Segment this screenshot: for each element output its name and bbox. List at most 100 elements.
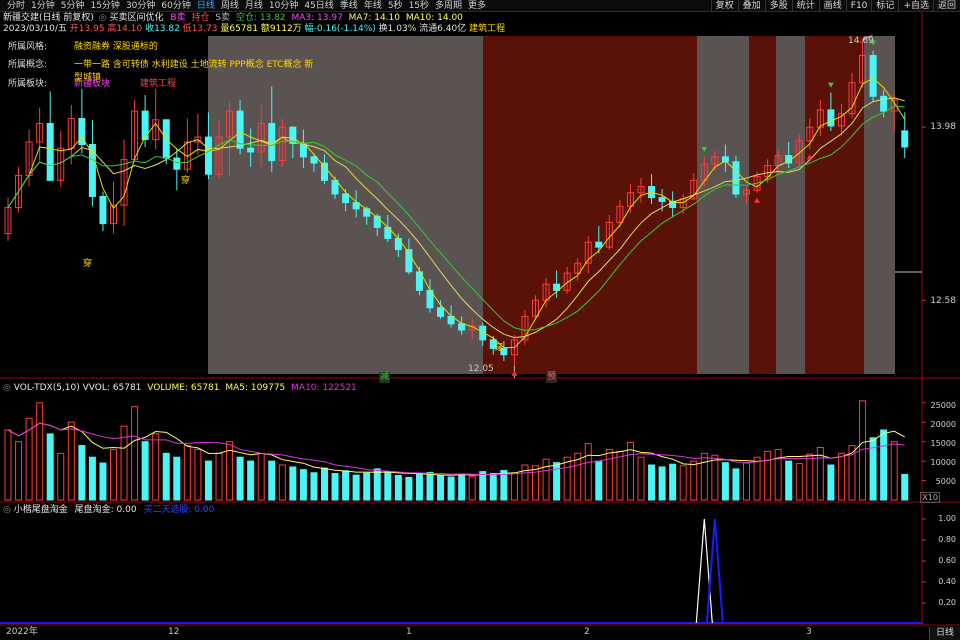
vol-bar-46 xyxy=(489,473,497,501)
vol-bar-19 xyxy=(204,460,212,501)
vol-bar-7 xyxy=(78,445,86,501)
vol-bar-37 xyxy=(394,475,402,501)
vol-bar-30 xyxy=(321,467,328,501)
ohlc-turnover: 换1.03% xyxy=(378,24,417,34)
vol-bar-74 xyxy=(785,460,793,501)
vol-bar-47 xyxy=(500,469,508,501)
vol-bar-8 xyxy=(88,456,96,501)
high-price-label: 14.69 xyxy=(848,36,874,46)
ohlc-close: 收13.82 xyxy=(145,24,180,34)
info-block-b[interactable]: 建筑工程 xyxy=(140,76,176,89)
period-tab-6[interactable]: 日线 xyxy=(194,0,218,12)
chart-area[interactable] xyxy=(0,12,960,627)
ohlc-flow: 流通6.40亿 xyxy=(419,24,467,34)
bottom-period-tab[interactable]: 日线 xyxy=(928,627,960,640)
vol-name: VOL-TDX(5,10) xyxy=(13,383,80,393)
period-tab-0[interactable]: 分时 xyxy=(4,0,28,12)
ma3-value: MA3: 13.97 xyxy=(291,13,343,23)
ohlc-low: 低13.73 xyxy=(182,24,218,34)
date-tick-1: 1 xyxy=(406,627,412,637)
signal-chuan-2: 穿 xyxy=(83,259,93,269)
info-style-row: 所属风格: 融资融券 深股通标的 xyxy=(0,39,320,55)
osc-tick-04: 0.40 xyxy=(938,577,956,586)
info-concept-label: 所属概念: xyxy=(8,60,48,70)
tool-button-0[interactable]: 复权 xyxy=(710,0,738,12)
vol-bar-9 xyxy=(99,462,107,501)
candle-body-37 xyxy=(394,237,402,251)
empty-value: 空仓: 13.82 xyxy=(235,13,286,23)
vol-bar-62 xyxy=(658,466,666,501)
period-tab-16[interactable]: 更多 xyxy=(465,0,489,12)
osc-name: 小楷尾盘淘金 xyxy=(13,505,68,515)
sig-s: S卖 xyxy=(215,13,231,23)
osc-tick-06: 0.60 xyxy=(938,556,956,565)
tool-button-1[interactable]: 叠加 xyxy=(737,0,765,12)
vol-bar-38 xyxy=(405,476,413,501)
tool-button-5[interactable]: F10 xyxy=(845,0,872,12)
vol-tick-20000: 20000 xyxy=(930,420,956,429)
ohlc-high: 高14.10 xyxy=(107,24,143,34)
vol-bar-36 xyxy=(384,471,392,501)
period-tab-12[interactable]: 年线 xyxy=(361,0,385,12)
ohlc-date: 2023/03/10/五 xyxy=(3,24,67,34)
gear-icon[interactable]: ◎ xyxy=(99,13,107,23)
vol-bar-40 xyxy=(426,471,434,501)
candle-body-19 xyxy=(204,136,212,175)
period-tab-2[interactable]: 5分钟 xyxy=(58,0,88,12)
period-tab-13[interactable]: 5秒 xyxy=(385,0,406,12)
tool-button-4[interactable]: 画线 xyxy=(818,0,846,12)
ma10-value: MA10: 14.00 xyxy=(405,13,463,23)
osc-tick-08: 0.80 xyxy=(938,535,956,544)
vol-tick-5000: 5000 xyxy=(935,477,956,486)
tool-button-8[interactable]: 返回 xyxy=(932,0,960,12)
signal-yu: 预 xyxy=(546,372,558,383)
vol-bar-28 xyxy=(299,469,307,501)
tool-button-2[interactable]: 多股 xyxy=(764,0,792,12)
vol-bar-83 xyxy=(880,429,888,501)
tool-button-7[interactable]: +自选 xyxy=(898,0,933,12)
period-tab-15[interactable]: 多周期 xyxy=(432,0,465,12)
signal-jian: 减 xyxy=(379,372,391,383)
period-tab-10[interactable]: 45日线 xyxy=(301,0,336,12)
period-tab-5[interactable]: 60分钟 xyxy=(158,0,193,12)
period-tab-3[interactable]: 15分钟 xyxy=(87,0,122,12)
period-tab-14[interactable]: 15秒 xyxy=(406,0,432,12)
top-toolbar: 分时 1分钟 5分钟 15分钟 30分钟 60分钟 日线 周线 月线 10分钟 45日线 季线 年线 5秒… xyxy=(0,0,960,12)
osc-gear-icon[interactable]: ◎ xyxy=(3,505,11,515)
osc-tick-02: 0.20 xyxy=(938,598,956,607)
vol-bar-61 xyxy=(648,464,656,501)
date-tick-2022: 2022年 xyxy=(6,627,38,637)
vol-bar-78 xyxy=(827,464,835,501)
vol-bar-85 xyxy=(901,473,909,501)
period-tab-1[interactable]: 1分钟 xyxy=(28,0,58,12)
vol-unit: X10 xyxy=(920,492,940,503)
indicator-name: 买卖区间优化 xyxy=(109,13,164,23)
ohlc-bar: 2023/03/10/五 开13.95 高14.10 收13.82 低13.73… xyxy=(3,24,505,35)
zone-4 xyxy=(749,36,776,374)
period-tab-7[interactable]: 周线 xyxy=(218,0,242,12)
vol-bar-25 xyxy=(268,460,276,501)
candle-body-13 xyxy=(141,110,149,141)
period-tab-11[interactable]: 季线 xyxy=(337,0,361,12)
period-tab-8[interactable]: 月线 xyxy=(242,0,266,12)
tool-button-3[interactable]: 统计 xyxy=(791,0,819,12)
vol-gear-icon[interactable]: ◎ xyxy=(3,383,11,393)
info-style-value: 融资融券 深股通标的 xyxy=(74,42,158,52)
candle-body-4 xyxy=(46,122,54,181)
signal-chuan-3: 穿 xyxy=(494,343,504,353)
candle-body-56 xyxy=(595,241,603,248)
vol-bar-56 xyxy=(595,460,603,501)
vol-ma10: MA10: 122521 xyxy=(291,383,357,393)
vol-bar-52 xyxy=(553,462,561,501)
period-tab-9[interactable]: 10分钟 xyxy=(266,0,301,12)
tool-button-6[interactable]: 标记 xyxy=(871,0,898,12)
vol-header: ◎ VOL-TDX(5,10) VVOL: 65781 VOLUME: 6578… xyxy=(3,383,357,394)
vol-bar-34 xyxy=(363,472,371,501)
period-tab-4[interactable]: 30分钟 xyxy=(123,0,158,12)
info-block-row: 所属板块: 新疆板块 建筑工程 xyxy=(0,76,320,92)
chart-header: 新疆交建(日线 前复权) ◎ 买卖区间优化 B卖 持仓 S卖 空仓: 13.82… xyxy=(3,13,463,24)
vol-bar-68 xyxy=(721,462,729,501)
vol-bar-15 xyxy=(162,452,170,501)
candle-body-62 xyxy=(658,197,666,202)
info-block-a[interactable]: 新疆板块 xyxy=(74,76,110,89)
